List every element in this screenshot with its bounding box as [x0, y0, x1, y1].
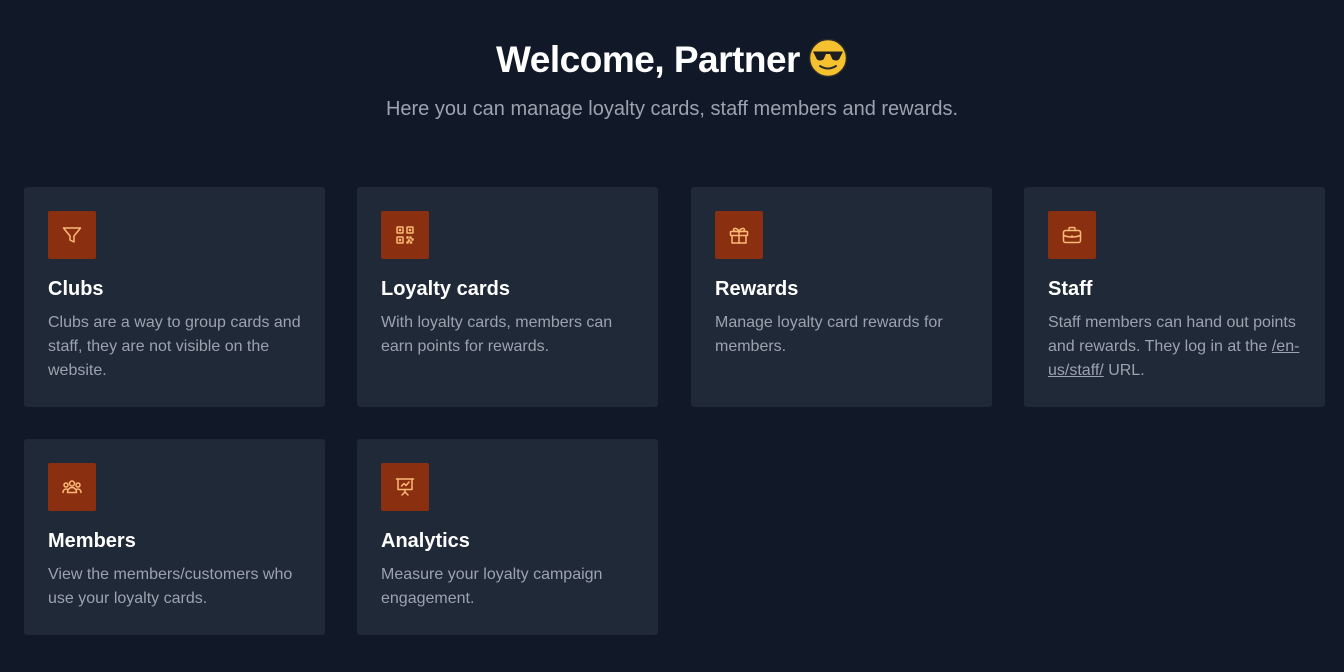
funnel-icon: [62, 227, 82, 243]
icon-box: [1048, 211, 1096, 259]
card-description-text: URL.: [1108, 362, 1145, 379]
card-title: Loyalty cards: [381, 278, 510, 300]
card-description: View the members/customers who use your …: [48, 566, 293, 607]
card-loyalty-cards[interactable]: Loyalty cards With loyalty cards, member…: [357, 187, 658, 407]
card-description: Clubs are a way to group cards and staff…: [48, 314, 301, 379]
card-title: Clubs: [48, 278, 104, 300]
icon-box: [48, 211, 96, 259]
icon-box: [381, 211, 429, 259]
gift-icon: [729, 227, 749, 244]
page-title: Welcome, Partner: [0, 38, 1344, 81]
dashboard-page: Welcome, Partner Here you can manage loy…: [0, 0, 1344, 672]
qr-code-icon: [396, 226, 414, 244]
card-description-text: Staff members can hand out points and re…: [1048, 314, 1296, 355]
user-group-icon: [62, 480, 82, 494]
card-description: Manage loyalty card rewards for members.: [715, 314, 943, 355]
presentation-chart-icon: [395, 478, 415, 496]
card-title: Rewards: [715, 278, 799, 300]
card-title: Analytics: [381, 530, 470, 552]
card-staff[interactable]: Staff Staff members can hand out points …: [1024, 187, 1325, 407]
icon-box: [48, 463, 96, 511]
card-members[interactable]: Members View the members/customers who u…: [24, 439, 325, 635]
page-subtitle: Here you can manage loyalty cards, staff…: [385, 98, 959, 120]
card-analytics[interactable]: Analytics Measure your loyalty campaign …: [357, 439, 658, 635]
card-description: Measure your loyalty campaign engagement…: [381, 566, 603, 607]
card-rewards[interactable]: Rewards Manage loyalty card rewards for …: [691, 187, 992, 407]
briefcase-icon: [1062, 226, 1082, 244]
page-title-text: Welcome, Partner: [496, 39, 800, 80]
card-description: With loyalty cards, members can earn poi…: [381, 314, 613, 355]
icon-box: [715, 211, 763, 259]
card-clubs[interactable]: Clubs Clubs are a way to group cards and…: [24, 187, 325, 407]
card-title: Members: [48, 530, 136, 552]
card-title: Staff: [1048, 278, 1093, 300]
icon-box: [381, 463, 429, 511]
card-description: Staff members can hand out points and re…: [1048, 311, 1308, 383]
sunglasses-emoji-icon: [808, 38, 848, 78]
